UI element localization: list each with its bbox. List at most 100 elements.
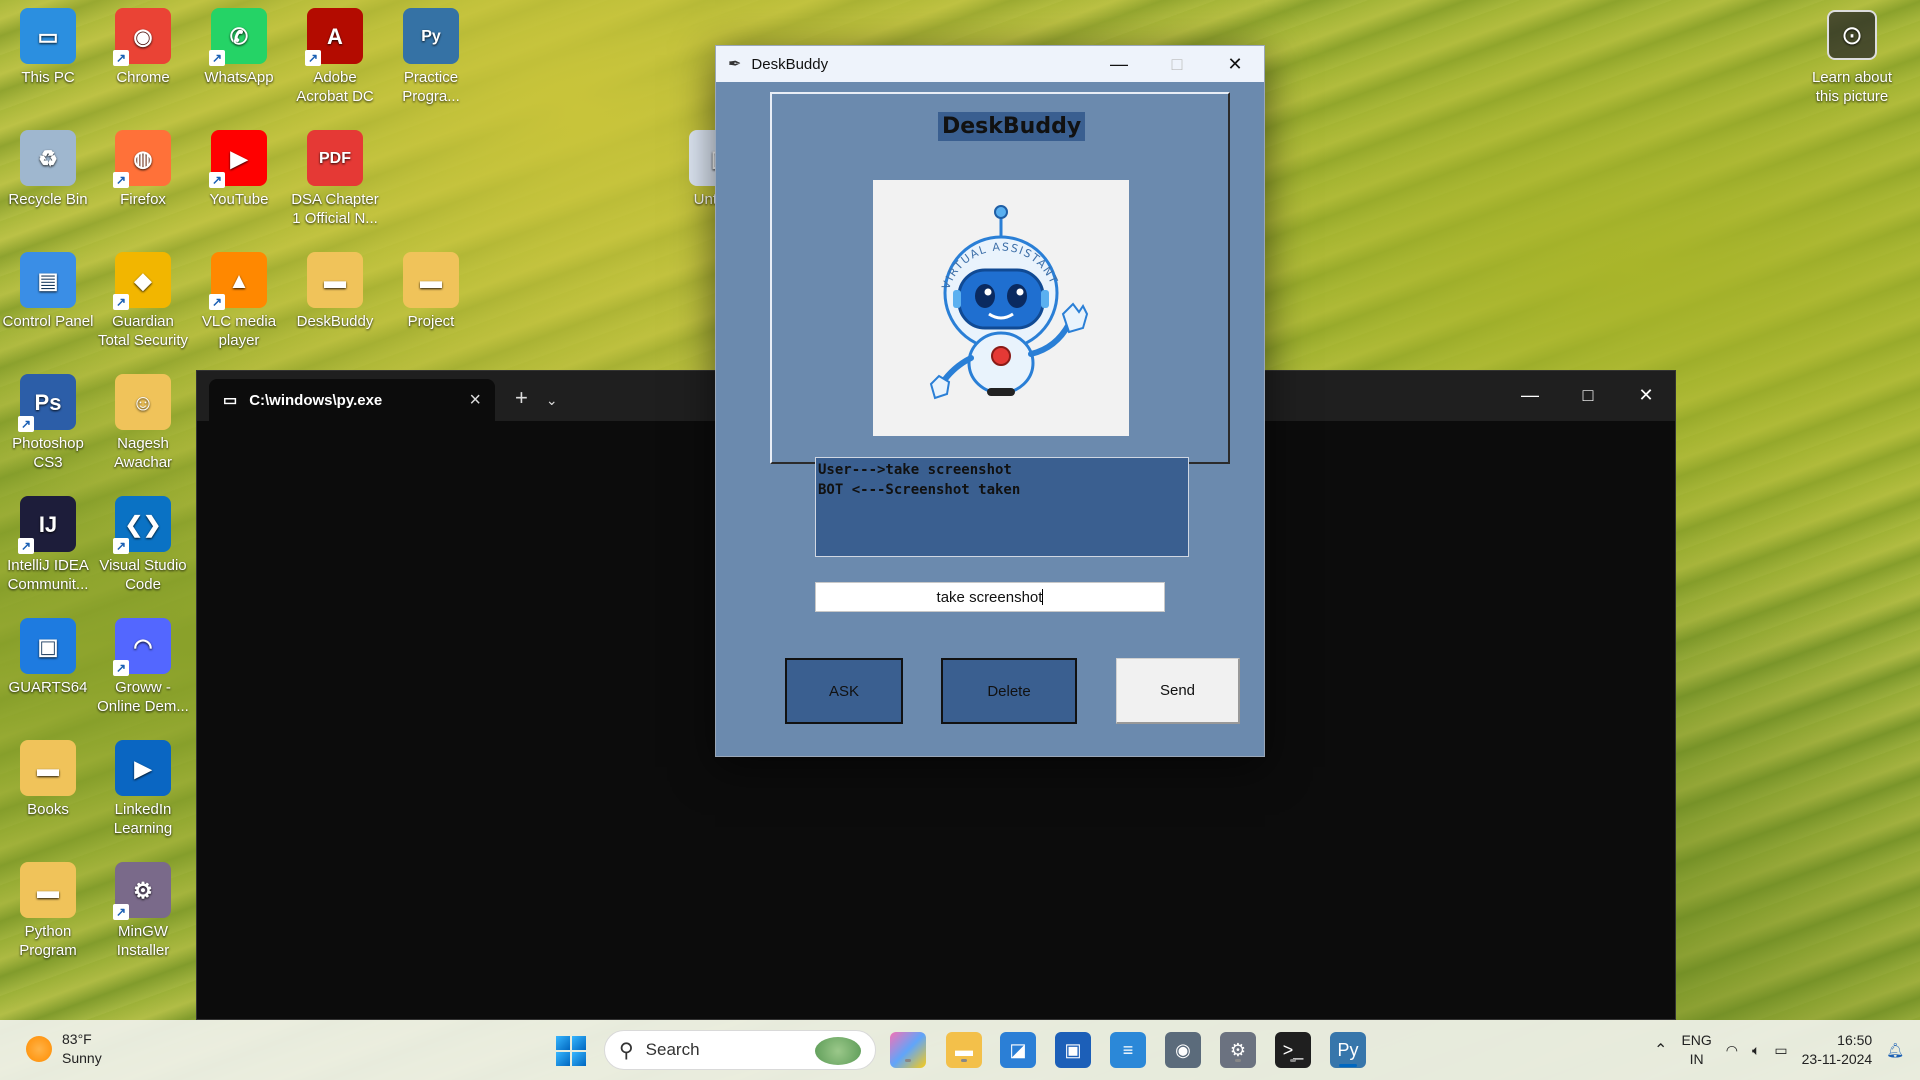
clock[interactable]: 16:50 23-11-2024 <box>1802 1031 1873 1069</box>
desktop-icon-label: WhatsApp <box>204 69 274 86</box>
desktop-icon[interactable]: ▶ LinkedIn Learning <box>96 740 190 838</box>
file-explorer-icon[interactable]: ▬ <box>946 1032 982 1068</box>
control-panel-icon: ▤ <box>20 252 76 308</box>
taskbar: 83°F Sunny ⚲ Search ▬ ◪ ▣ ≡ ◉ ⚙ >_ Py ⌃ … <box>0 1020 1920 1080</box>
close-icon[interactable]: ✕ <box>1617 371 1675 419</box>
copilot-icon[interactable] <box>890 1032 926 1068</box>
desktop-icon-label: VLC media player <box>201 313 277 349</box>
desktop-icon-label: DeskBuddy <box>296 313 374 330</box>
desktop-icon[interactable]: ⚙ ↗ MinGW Installer <box>96 862 190 960</box>
desktop-icon-label: Python Program <box>19 923 77 959</box>
desktop-icon-label: MinGW Installer <box>116 923 170 959</box>
desktop-icon-label: IntelliJ IDEA Communit... <box>7 557 89 593</box>
desktop-icon[interactable]: ▬ Project <box>384 252 478 331</box>
shortcut-arrow-icon: ↗ <box>209 172 225 188</box>
feather-icon: ✒ <box>728 56 742 73</box>
desktop-icon[interactable]: PDF DSA Chapter 1 Official N... <box>288 130 382 228</box>
search-highlight-icon <box>815 1037 861 1065</box>
query-input[interactable]: take screenshot <box>815 582 1165 612</box>
deskbuddy-window[interactable]: ✒ DeskBuddy — □ ✕ DeskBuddy VIRTUAL ASSI… <box>715 45 1265 757</box>
desktop-icon-label: Photoshop CS3 <box>12 435 84 471</box>
folder-icon: ▬ <box>20 862 76 918</box>
camera-icon[interactable]: ◉ <box>1165 1032 1201 1068</box>
taskbar-search[interactable]: ⚲ Search <box>604 1030 876 1070</box>
minimize-icon[interactable]: — <box>1090 46 1148 82</box>
weather-temp: 83°F <box>62 1031 92 1047</box>
desktop-icon[interactable]: ❮❯ ↗ Visual Studio Code <box>96 496 190 594</box>
close-tab-icon[interactable]: × <box>469 389 481 412</box>
search-placeholder: Search <box>645 1040 700 1059</box>
acrobat-icon: A ↗ <box>305 8 363 66</box>
clock-time: 16:50 <box>1837 1032 1873 1048</box>
store-icon[interactable]: ▣ <box>1055 1032 1091 1068</box>
language-indicator[interactable]: ENG IN <box>1681 1031 1711 1069</box>
python-icon[interactable]: Py <box>1330 1032 1366 1068</box>
desktop-icon[interactable]: Py Practice Progra... <box>384 8 478 106</box>
new-tab-button[interactable]: + <box>515 385 528 411</box>
chat-history[interactable]: User--->take screenshot BOT <---Screensh… <box>815 457 1189 557</box>
desktop-icon[interactable]: ▲ ↗ VLC media player <box>192 252 286 350</box>
system-tray: ⌃ ENG IN ◠ 🔈︎ ▭ 16:50 23-11-2024 🔔︎ <box>1654 1020 1920 1080</box>
desktop-icon-label: Project <box>407 313 455 330</box>
photos-icon[interactable]: ◪ <box>1000 1032 1036 1068</box>
wifi-icon[interactable]: ◠ <box>1726 1042 1738 1059</box>
shortcut-arrow-icon: ↗ <box>113 50 129 66</box>
settings-gear-icon[interactable]: ⚙ <box>1220 1032 1256 1068</box>
desktop-icon-label: DSA Chapter 1 Official N... <box>291 191 379 227</box>
python-file-icon: Py <box>403 8 459 64</box>
text-caret <box>1042 589 1044 605</box>
desktop-icon[interactable]: ▣ GUARTS64 <box>1 618 95 697</box>
desktop-icon[interactable]: ▬ Python Program <box>1 862 95 960</box>
shortcut-arrow-icon: ↗ <box>18 416 34 432</box>
desktop-icon[interactable]: ◆ ↗ Guardian Total Security <box>96 252 190 350</box>
desktop-icon-label: Adobe Acrobat DC <box>296 69 374 105</box>
learn-about-label: Learn about this picture <box>1811 69 1893 105</box>
shortcut-arrow-icon: ↗ <box>18 538 34 554</box>
maximize-icon[interactable]: □ <box>1559 371 1617 419</box>
tab-dropdown-button[interactable]: ⌄ <box>546 392 558 409</box>
desktop-icon-label: Control Panel <box>2 313 94 330</box>
sun-icon <box>26 1036 52 1062</box>
desktop-icon-label: Firefox <box>120 191 166 208</box>
notification-bell-icon[interactable]: 🔔︎ <box>1886 1042 1904 1059</box>
desktop-icon[interactable]: ♻ Recycle Bin <box>1 130 95 209</box>
chevron-up-icon[interactable]: ⌃ <box>1654 1040 1667 1060</box>
shortcut-arrow-icon: ↗ <box>209 50 225 66</box>
guardian-icon: ◆ ↗ <box>113 252 171 310</box>
terminal-icon[interactable]: >_ <box>1275 1032 1311 1068</box>
search-icon: ⚲ <box>619 1039 634 1062</box>
desktop-icon[interactable]: ◍ ↗ Firefox <box>96 130 190 209</box>
shortcut-arrow-icon: ↗ <box>113 294 129 310</box>
terminal-tab[interactable]: ▭ C:\windows\py.exe × <box>209 379 495 421</box>
send-button[interactable]: Send <box>1116 658 1240 724</box>
folder-icon: ▬ <box>20 740 76 796</box>
shortcut-arrow-icon: ↗ <box>113 172 129 188</box>
weather-widget[interactable]: 83°F Sunny <box>26 1030 102 1068</box>
photoshop-icon: Ps ↗ <box>18 374 76 432</box>
desktop-icon[interactable]: ▬ Books <box>1 740 95 819</box>
desktop-icon[interactable]: ▶ ↗ YouTube <box>192 130 286 209</box>
recycle-bin-icon: ♻ <box>20 130 76 186</box>
desktop-icon[interactable]: ▭ This PC <box>1 8 95 87</box>
desktop-icon[interactable]: ▤ Control Panel <box>1 252 95 331</box>
desktop-icon[interactable]: ◉ ↗ Chrome <box>96 8 190 87</box>
minimize-icon[interactable]: — <box>1501 371 1559 419</box>
start-button[interactable] <box>556 1036 586 1066</box>
desktop-icon[interactable]: IJ ↗ IntelliJ IDEA Communit... <box>1 496 95 594</box>
desktop-icon[interactable]: ✆ ↗ WhatsApp <box>192 8 286 87</box>
learn-about-picture[interactable]: ⊙ Learn about this picture <box>1800 10 1904 106</box>
terminal-tab-icon: ▭ <box>223 392 238 409</box>
battery-icon[interactable]: ▭ <box>1774 1042 1787 1059</box>
close-icon[interactable]: ✕ <box>1206 46 1264 82</box>
whatsapp-icon: ✆ ↗ <box>209 8 267 66</box>
delete-button[interactable]: Delete <box>941 658 1077 724</box>
volume-icon[interactable]: 🔈︎ <box>1752 1042 1760 1059</box>
desktop-icon[interactable]: ☺ Nagesh Awachar <box>96 374 190 472</box>
ask-button[interactable]: ASK <box>785 658 903 724</box>
desktop-icon[interactable]: ◠ ↗ Groww - Online Dem... <box>96 618 190 716</box>
desktop-icon[interactable]: Ps ↗ Photoshop CS3 <box>1 374 95 472</box>
desktop-icon[interactable]: ▬ DeskBuddy <box>288 252 382 331</box>
desktop-icon[interactable]: A ↗ Adobe Acrobat DC <box>288 8 382 106</box>
notepad-icon[interactable]: ≡ <box>1110 1032 1146 1068</box>
app-heading: DeskBuddy <box>938 112 1086 141</box>
